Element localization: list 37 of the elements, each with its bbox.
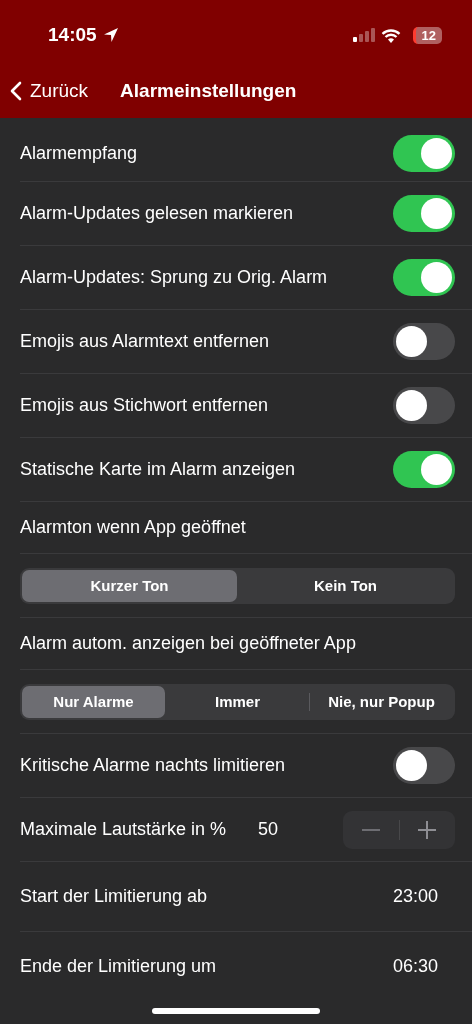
- segment-option[interactable]: Kurzer Ton: [22, 569, 237, 602]
- segment-option[interactable]: Kein Ton: [238, 569, 453, 602]
- screen-title: Alarmeinstellungen: [120, 80, 297, 102]
- toggle-switch[interactable]: [393, 387, 455, 424]
- setting-label: Alarm-Updates: Sprung zu Orig. Alarm: [20, 267, 329, 288]
- time-value[interactable]: 23:00: [392, 886, 438, 907]
- signal-icon: [352, 28, 375, 42]
- time-value[interactable]: 06:30: [392, 956, 438, 977]
- setting-label: Emojis aus Stichwort entfernen: [20, 395, 270, 416]
- battery-indicator: 12: [412, 26, 442, 44]
- toggle-switch[interactable]: [393, 451, 455, 488]
- wifi-icon: [380, 27, 401, 43]
- chevron-left-icon: [10, 81, 22, 101]
- back-button[interactable]: Zurück: [10, 80, 89, 102]
- segment-option[interactable]: Nur Alarme: [22, 685, 165, 718]
- toggle-switch[interactable]: [393, 195, 455, 232]
- setting-label: Alarmempfang: [20, 143, 139, 164]
- location-arrow-icon: [102, 27, 119, 43]
- toggle-switch[interactable]: [393, 259, 455, 296]
- status-time: 14:05: [48, 24, 97, 46]
- setting-label: Alarmton wenn App geöffnet: [20, 517, 247, 538]
- segment-option[interactable]: Nie, nur Popup: [310, 685, 453, 718]
- minus-icon: [361, 828, 380, 831]
- setting-label: Maximale Lautstärke in %: [20, 819, 227, 840]
- toggle-switch[interactable]: [393, 323, 455, 360]
- toggle-switch[interactable]: [393, 747, 455, 784]
- setting-label: Statische Karte im Alarm anzeigen: [20, 459, 297, 480]
- setting-label: Alarm autom. anzeigen bei geöffneter App: [20, 633, 357, 654]
- setting-label: Alarm-Updates gelesen markieren: [20, 203, 295, 224]
- setting-label: Ende der Limitierung um: [20, 956, 218, 977]
- plus-icon: [418, 820, 437, 839]
- toggle-switch[interactable]: [393, 135, 455, 172]
- setting-label: Start der Limitierung ab: [20, 886, 209, 907]
- stepper-value: 50: [258, 819, 279, 840]
- setting-label: Emojis aus Alarmtext entfernen: [20, 331, 271, 352]
- segment-option[interactable]: Immer: [166, 685, 309, 718]
- setting-label: Kritische Alarme nachts limitieren: [20, 755, 287, 776]
